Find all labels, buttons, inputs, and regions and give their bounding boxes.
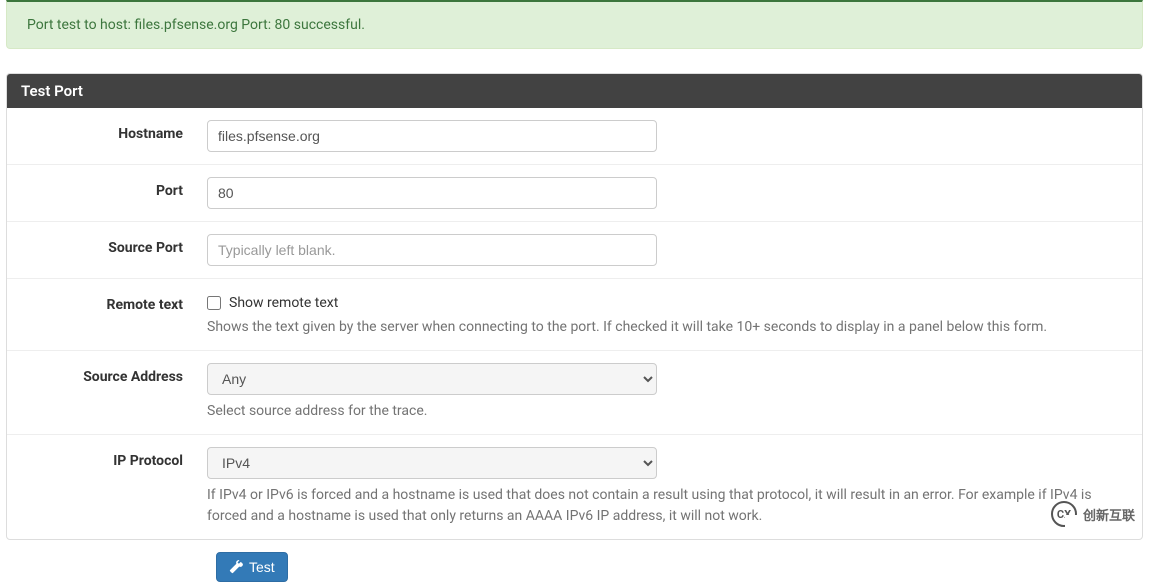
watermark-logo-icon: CX [1051, 501, 1077, 527]
watermark: CX 创新互联 [1051, 501, 1135, 527]
port-label: Port [7, 177, 207, 199]
form-group-remote-text: Remote text Show remote text Shows the t… [7, 279, 1142, 351]
source-address-help: Select source address for the trace. [207, 401, 1128, 422]
test-port-panel: Test Port Hostname Port Source Port Remo… [6, 73, 1143, 540]
form-group-source-port: Source Port [7, 222, 1142, 279]
ip-protocol-select[interactable]: IPv4 [207, 447, 657, 479]
test-button[interactable]: Test [216, 552, 288, 582]
form-group-port: Port [7, 165, 1142, 222]
form-group-source-address: Source Address Any Select source address… [7, 351, 1142, 435]
form-group-ip-protocol: IP Protocol IPv4 If IPv4 or IPv6 is forc… [7, 435, 1142, 539]
remote-text-label: Remote text [7, 291, 207, 313]
success-alert: Port test to host: files.pfsense.org Por… [6, 0, 1143, 49]
remote-text-help: Shows the text given by the server when … [207, 317, 1128, 338]
ip-protocol-label: IP Protocol [7, 447, 207, 469]
source-port-label: Source Port [7, 234, 207, 256]
source-address-label: Source Address [7, 363, 207, 385]
alert-message: Port test to host: files.pfsense.org Por… [27, 17, 365, 33]
hostname-input[interactable] [207, 120, 657, 152]
form-group-hostname: Hostname [7, 108, 1142, 165]
remote-text-checkbox-label: Show remote text [229, 295, 338, 311]
source-port-input[interactable] [207, 234, 657, 266]
wrench-icon [229, 560, 243, 574]
hostname-label: Hostname [7, 120, 207, 142]
remote-text-checkbox[interactable] [207, 296, 221, 310]
panel-title: Test Port [7, 74, 1142, 108]
watermark-text: 创新互联 [1083, 505, 1135, 524]
test-button-label: Test [249, 559, 275, 575]
source-address-select[interactable]: Any [207, 363, 657, 395]
ip-protocol-help: If IPv4 or IPv6 is forced and a hostname… [207, 485, 1128, 527]
button-row: Test [6, 546, 1143, 588]
port-input[interactable] [207, 177, 657, 209]
